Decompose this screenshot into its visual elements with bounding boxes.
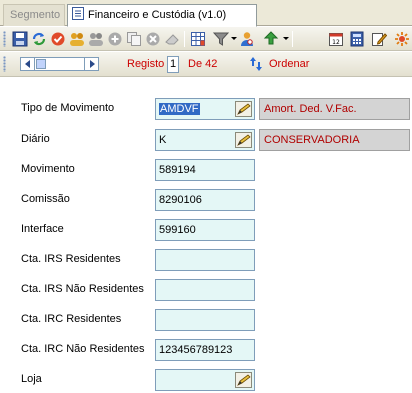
copy-button[interactable] [125, 30, 143, 48]
arrow-right-icon [89, 60, 95, 68]
grid-icon [191, 32, 205, 46]
sort-button[interactable]: Ordenar [269, 58, 309, 70]
eraser-icon [165, 34, 179, 45]
diario-field[interactable]: K [155, 129, 255, 151]
cta-irs-residentes-field[interactable] [155, 249, 255, 271]
toolbar-separator [184, 31, 185, 47]
approve-icon [51, 32, 65, 46]
loja-field[interactable] [155, 369, 255, 391]
cta-irs-nao-residentes-field[interactable] [155, 279, 255, 301]
edit-button[interactable] [370, 30, 388, 48]
toolbar: 12 [0, 27, 412, 51]
diario-value: K [159, 134, 167, 146]
edit-icon [372, 33, 387, 46]
cta-irc-nao-residentes-label: Cta. IRC Não Residentes [21, 343, 145, 355]
tipo-movimento-field[interactable]: AMDVF [155, 98, 255, 120]
refresh-button[interactable] [30, 30, 48, 48]
settings-button[interactable] [393, 30, 411, 48]
filter-dropdown-caret[interactable] [231, 37, 237, 40]
tipo-movimento-description: Amort. Ded. V.Fac. [259, 98, 410, 120]
cta-irs-residentes-label: Cta. IRS Residentes [21, 253, 121, 265]
clear-button[interactable] [163, 30, 181, 48]
person-search-button[interactable] [238, 30, 256, 48]
record-scrollbar-thumb[interactable] [36, 59, 46, 69]
delete-icon [146, 32, 160, 46]
person-search-icon [241, 32, 253, 46]
users-button[interactable] [68, 30, 86, 48]
delete-button[interactable] [144, 30, 162, 48]
toolbar-separator [292, 31, 293, 47]
save-button[interactable] [11, 30, 29, 48]
sort-arrows-icon[interactable] [250, 56, 262, 72]
cta-irs-nao-residentes-label: Cta. IRS Não Residentes [21, 283, 144, 295]
add-icon [108, 32, 122, 46]
diario-label: Diário [21, 133, 50, 145]
movimento-label: Movimento [21, 163, 75, 175]
tab-segmento-label: Segmento [10, 9, 61, 21]
cta-irc-residentes-field[interactable] [155, 309, 255, 331]
tipo-movimento-label: Tipo de Movimento [21, 102, 115, 114]
export-dropdown-caret[interactable] [283, 37, 289, 40]
users-icon [70, 33, 84, 46]
refresh-icon [32, 32, 46, 46]
add-button[interactable] [106, 30, 124, 48]
approve-button[interactable] [49, 30, 67, 48]
tab-segmento[interactable]: Segmento [3, 4, 65, 26]
pencil-icon [236, 103, 251, 115]
calendar-button[interactable]: 12 [327, 30, 345, 48]
filter-button[interactable] [212, 30, 230, 48]
calculator-icon [350, 31, 364, 47]
toolbar-grip[interactable] [3, 31, 6, 47]
cta-irc-residentes-label: Cta. IRC Residentes [21, 313, 122, 325]
loja-lookup-button[interactable] [235, 372, 252, 388]
diario-lookup-button[interactable] [235, 132, 252, 148]
record-scrollbar[interactable] [35, 57, 85, 71]
record-number-input[interactable]: 1 [167, 56, 179, 73]
interface-field[interactable]: 599160 [155, 219, 255, 241]
cta-irc-nao-residentes-field[interactable]: 123456789123 [155, 339, 255, 361]
export-button[interactable] [262, 30, 280, 48]
settings-icon [395, 32, 409, 46]
movimento-field[interactable]: 589194 [155, 159, 255, 181]
tipo-movimento-value: AMDVF [159, 103, 200, 115]
record-label: Registo [127, 58, 165, 70]
document-icon [72, 7, 84, 20]
interface-label: Interface [21, 223, 64, 235]
tab-financeiro-custodia[interactable]: Financeiro e Custódia (v1.0) [67, 4, 257, 27]
copy-icon [127, 32, 141, 46]
comissao-label: Comissão [21, 193, 70, 205]
pencil-icon [236, 374, 251, 386]
arrow-left-icon [24, 60, 30, 68]
filter-icon [213, 32, 229, 46]
diario-description: CONSERVADORIA [259, 129, 410, 151]
tipo-movimento-lookup-button[interactable] [235, 101, 252, 117]
tab-financeiro-custodia-label: Financeiro e Custódia (v1.0) [88, 9, 227, 21]
save-icon [12, 31, 28, 47]
export-icon [263, 31, 279, 45]
record-total: De 42 [188, 58, 218, 70]
users-gray-icon [89, 33, 103, 46]
previous-record-button[interactable] [20, 57, 35, 71]
comissao-field[interactable]: 8290106 [155, 189, 255, 211]
next-record-button[interactable] [84, 57, 99, 71]
grid-button[interactable] [189, 30, 207, 48]
calendar-icon: 12 [329, 33, 343, 46]
svg-text:12: 12 [332, 39, 340, 46]
users-disabled-button[interactable] [87, 30, 105, 48]
loja-label: Loja [21, 373, 42, 385]
tab-bar: Segmento Financeiro e Custódia (v1.0) [0, 0, 412, 27]
calculator-button[interactable] [348, 30, 366, 48]
navigation-grip[interactable] [3, 56, 6, 72]
pencil-icon [236, 134, 251, 146]
